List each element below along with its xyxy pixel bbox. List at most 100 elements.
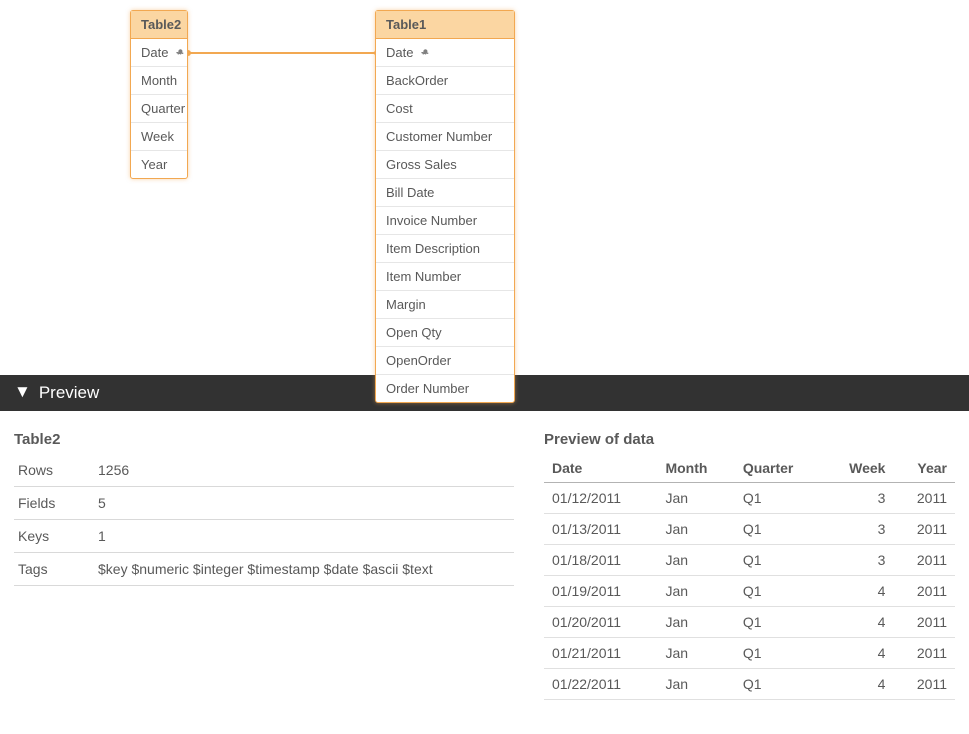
field-label: Month [141,73,177,88]
field-label: Year [141,157,167,172]
field-label: Margin [386,297,426,312]
preview-col-header[interactable]: Quarter [735,454,824,483]
preview-row[interactable]: 01/12/2011JanQ132011 [544,483,955,514]
field-label: Order Number [386,381,469,396]
data-preview-table: DateMonthQuarterWeekYear 01/12/2011JanQ1… [544,454,955,700]
table-field[interactable]: Customer Number [376,123,514,151]
preview-cell: 2011 [893,514,955,545]
disclosure-triangle-icon: ▼ [14,382,31,402]
table-field[interactable]: Item Number [376,263,514,291]
preview-cell: Q1 [735,576,824,607]
field-label: OpenOrder [386,353,451,368]
table-field[interactable]: Date [376,39,514,67]
preview-cell: Jan [657,638,734,669]
key-icon [174,47,186,59]
field-label: Week [141,129,174,144]
preview-cell: Jan [657,669,734,700]
table-field[interactable]: Margin [376,291,514,319]
field-label: Quarter [141,101,185,116]
field-label: Item Description [386,241,480,256]
metadata-title: Table2 [14,431,514,448]
meta-value: $key $numeric $integer $timestamp $date … [94,553,514,586]
preview-row[interactable]: 01/21/2011JanQ142011 [544,638,955,669]
table-box-table1[interactable]: Table1 Date BackOrder Cost Customer Number G… [375,10,515,403]
field-label: Item Number [386,269,461,284]
preview-cell: Jan [657,607,734,638]
field-label: Cost [386,101,413,116]
preview-cell: Jan [657,576,734,607]
meta-value: 1256 [94,454,514,487]
preview-row[interactable]: 01/13/2011JanQ132011 [544,514,955,545]
field-label: Open Qty [386,325,442,340]
table-box-table2[interactable]: Table2 Date Month Quarter Week Year [130,10,188,179]
table-field[interactable]: Cost [376,95,514,123]
table-field[interactable]: Bill Date [376,179,514,207]
table-field[interactable]: Date [131,39,187,67]
meta-label: Keys [14,520,94,553]
preview-header-row: DateMonthQuarterWeekYear [544,454,955,483]
preview-cell: 01/19/2011 [544,576,657,607]
relationship-line [185,46,380,56]
preview-row[interactable]: 01/18/2011JanQ132011 [544,545,955,576]
field-label: Bill Date [386,185,434,200]
preview-cell: 2011 [893,483,955,514]
preview-cell: Q1 [735,607,824,638]
table-field[interactable]: BackOrder [376,67,514,95]
preview-cell: 01/21/2011 [544,638,657,669]
preview-cell: Jan [657,483,734,514]
field-label: Date [386,45,413,60]
preview-row[interactable]: 01/22/2011JanQ142011 [544,669,955,700]
field-label: Customer Number [386,129,492,144]
table-field[interactable]: Year [131,151,187,178]
preview-cell: 3 [824,545,894,576]
meta-row-keys: Keys 1 [14,520,514,553]
table-field[interactable]: OpenOrder [376,347,514,375]
table-field[interactable]: Invoice Number [376,207,514,235]
preview-col-header[interactable]: Month [657,454,734,483]
preview-cell: Q1 [735,669,824,700]
table-field[interactable]: Gross Sales [376,151,514,179]
table-fields-table1: Date BackOrder Cost Customer Number Gross Sa… [376,39,514,402]
data-preview-column: Preview of data DateMonthQuarterWeekYear… [544,431,955,700]
meta-label: Tags [14,553,94,586]
metadata-table: Rows 1256 Fields 5 Keys 1 Tags $key $num… [14,454,514,586]
meta-row-tags: Tags $key $numeric $integer $timestamp $… [14,553,514,586]
preview-row[interactable]: 01/19/2011JanQ142011 [544,576,955,607]
preview-col-header[interactable]: Date [544,454,657,483]
table-field[interactable]: Month [131,67,187,95]
preview-panel: Table2 Rows 1256 Fields 5 Keys 1 Tags $k… [0,411,969,710]
preview-cell: 01/20/2011 [544,607,657,638]
meta-label: Fields [14,487,94,520]
model-canvas[interactable]: Table2 Date Month Quarter Week Year Table1 D… [0,0,969,375]
preview-cell: Q1 [735,483,824,514]
preview-cell: 2011 [893,638,955,669]
table-field[interactable]: Item Description [376,235,514,263]
key-icon [419,47,431,59]
table-field[interactable]: Quarter [131,95,187,123]
field-label: Date [141,45,168,60]
table-fields-table2: Date Month Quarter Week Year [131,39,187,178]
preview-cell: 2011 [893,545,955,576]
preview-col-header[interactable]: Week [824,454,894,483]
table-header-table1[interactable]: Table1 [376,11,514,39]
meta-value: 1 [94,520,514,553]
preview-cell: 01/12/2011 [544,483,657,514]
table-field[interactable]: Week [131,123,187,151]
preview-cell: Q1 [735,514,824,545]
metadata-column: Table2 Rows 1256 Fields 5 Keys 1 Tags $k… [14,431,514,700]
meta-row-rows: Rows 1256 [14,454,514,487]
preview-row[interactable]: 01/20/2011JanQ142011 [544,607,955,638]
table-header-table2[interactable]: Table2 [131,11,187,39]
preview-cell: 2011 [893,669,955,700]
meta-row-fields: Fields 5 [14,487,514,520]
table-field[interactable]: Order Number [376,375,514,402]
field-label: BackOrder [386,73,448,88]
preview-bar-label: Preview [39,383,99,403]
preview-cell: Jan [657,545,734,576]
preview-cell: Jan [657,514,734,545]
preview-cell: 2011 [893,576,955,607]
table-field[interactable]: Open Qty [376,319,514,347]
preview-col-header[interactable]: Year [893,454,955,483]
preview-cell: Q1 [735,545,824,576]
preview-cell: 4 [824,607,894,638]
